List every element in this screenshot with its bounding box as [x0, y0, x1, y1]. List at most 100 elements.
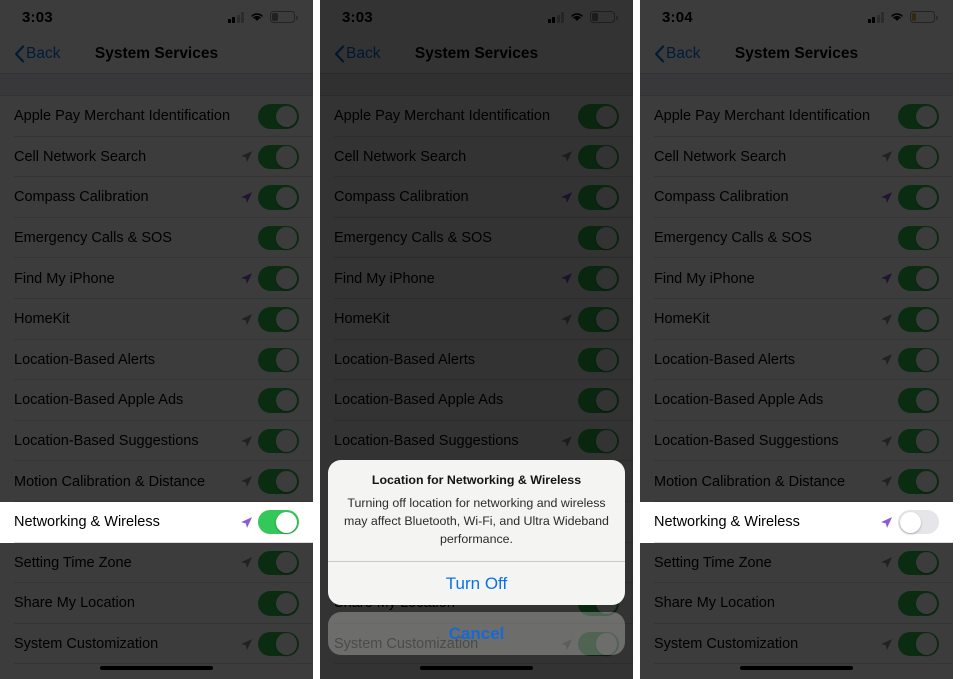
- list-item[interactable]: Emergency Calls & SOS: [0, 217, 313, 259]
- list-item[interactable]: Setting Time Zone: [640, 542, 953, 584]
- toggle-switch-on[interactable]: [898, 591, 939, 616]
- list-item[interactable]: HomeKit: [320, 298, 633, 340]
- list-item-controls: [240, 104, 299, 129]
- home-indicator-bar[interactable]: [100, 665, 213, 671]
- list-item[interactable]: Location-Based Suggestions: [640, 420, 953, 462]
- list-item-label: Emergency Calls & SOS: [654, 230, 812, 247]
- list-item[interactable]: Compass Calibration: [0, 177, 313, 218]
- cellular-bars-icon: [867, 11, 884, 23]
- toggle-switch-on[interactable]: [898, 631, 939, 657]
- toggle-switch-on[interactable]: [578, 266, 619, 291]
- list-item[interactable]: Location-Based Alerts: [320, 339, 633, 381]
- cancel-button[interactable]: Cancel: [328, 612, 625, 655]
- toggle-switch-on[interactable]: [578, 144, 619, 170]
- list-item[interactable]: Share My Location: [0, 583, 313, 624]
- toggle-switch-on[interactable]: [578, 104, 619, 129]
- toggle-switch-on[interactable]: [258, 266, 299, 291]
- toggle-switch-on[interactable]: [578, 307, 619, 332]
- toggle-switch-on[interactable]: [258, 428, 299, 454]
- toggle-switch-on[interactable]: [258, 469, 299, 494]
- toggle-knob: [596, 430, 618, 452]
- arrow-placeholder: [560, 110, 573, 123]
- list-item-label: System Customization: [654, 636, 799, 653]
- toggle-switch-on[interactable]: [258, 225, 299, 251]
- list-item[interactable]: Location-Based Alerts: [0, 339, 313, 381]
- toggle-switch-on[interactable]: [258, 631, 299, 657]
- toggle-switch-on[interactable]: [258, 185, 299, 210]
- list-item[interactable]: Motion Calibration & Distance: [640, 461, 953, 502]
- list-item[interactable]: HomeKit: [640, 298, 953, 340]
- list-item[interactable]: Motion Calibration & Distance: [0, 461, 313, 502]
- toggle-switch-on[interactable]: [898, 388, 939, 413]
- list-item[interactable]: Compass Calibration: [640, 177, 953, 218]
- toggle-switch-on[interactable]: [258, 550, 299, 576]
- toggle-switch-on[interactable]: [258, 347, 299, 373]
- arrow-placeholder: [240, 353, 253, 366]
- list-item[interactable]: Cell Network Search: [640, 136, 953, 178]
- toggle-switch-on[interactable]: [898, 266, 939, 291]
- list-item[interactable]: Find My iPhone: [320, 258, 633, 299]
- home-indicator-bar[interactable]: [740, 665, 853, 671]
- three-panel-screenshot: 3:03 Back System Services Apple Pay Merchan…: [0, 0, 960, 679]
- toggle-switch-on[interactable]: [578, 428, 619, 454]
- toggle-switch-on[interactable]: [578, 347, 619, 373]
- alert-message: Turning off location for networking and …: [344, 496, 609, 547]
- toggle-switch-on[interactable]: [258, 104, 299, 129]
- toggle-switch-on[interactable]: [898, 104, 939, 129]
- back-button[interactable]: Back: [14, 45, 60, 63]
- toggle-switch-on[interactable]: [898, 550, 939, 576]
- list-item-label: HomeKit: [14, 311, 70, 328]
- list-item[interactable]: Location-Based Suggestions: [320, 420, 633, 462]
- list-item-label: Cell Network Search: [14, 148, 147, 165]
- status-bar: 3:03: [0, 0, 313, 34]
- list-item[interactable]: Find My iPhone: [0, 258, 313, 299]
- turn-off-button[interactable]: Turn Off: [328, 562, 625, 605]
- list-item[interactable]: Apple Pay Merchant Identification: [320, 96, 633, 137]
- list-item[interactable]: Compass Calibration: [320, 177, 633, 218]
- list-item[interactable]: HomeKit: [0, 298, 313, 340]
- toggle-switch-on[interactable]: [258, 388, 299, 413]
- list-item-label: Find My iPhone: [14, 270, 115, 287]
- list-item[interactable]: Apple Pay Merchant Identification: [0, 96, 313, 137]
- toggle-switch-on[interactable]: [578, 225, 619, 251]
- toggle-switch-on[interactable]: [898, 307, 939, 332]
- toggle-switch-on[interactable]: [258, 144, 299, 170]
- toggle-switch-on[interactable]: [898, 347, 939, 373]
- toggle-switch-on[interactable]: [898, 185, 939, 210]
- list-item[interactable]: Find My iPhone: [640, 258, 953, 299]
- list-item[interactable]: Setting Time Zone: [0, 542, 313, 584]
- arrow-placeholder: [560, 232, 573, 245]
- toggle-knob: [916, 349, 938, 371]
- location-arrow-purple-icon: [241, 192, 253, 203]
- toggle-switch-on[interactable]: [898, 144, 939, 170]
- list-item[interactable]: Networking & Wireless: [640, 501, 953, 543]
- list-item[interactable]: Location-Based Apple Ads: [320, 380, 633, 421]
- toggle-switch-off[interactable]: [898, 509, 939, 535]
- list-item[interactable]: Location-Based Apple Ads: [0, 380, 313, 421]
- list-item[interactable]: Location-Based Alerts: [640, 339, 953, 381]
- toggle-switch-on[interactable]: [258, 509, 299, 535]
- list-item[interactable]: Networking & Wireless: [0, 501, 313, 543]
- back-button[interactable]: Back: [334, 45, 380, 63]
- toggle-switch-on[interactable]: [898, 428, 939, 454]
- list-item[interactable]: Location-Based Suggestions: [0, 420, 313, 462]
- list-item[interactable]: Location-Based Apple Ads: [640, 380, 953, 421]
- toggle-knob: [596, 227, 618, 249]
- list-item[interactable]: Cell Network Search: [0, 136, 313, 178]
- toggle-switch-on[interactable]: [258, 307, 299, 332]
- toggle-switch-on[interactable]: [258, 591, 299, 616]
- list-item[interactable]: Apple Pay Merchant Identification: [640, 96, 953, 137]
- toggle-switch-on[interactable]: [898, 469, 939, 494]
- toggle-switch-on[interactable]: [578, 388, 619, 413]
- list-item[interactable]: Share My Location: [640, 583, 953, 624]
- location-arrow-gray-icon: [241, 557, 253, 569]
- toggle-switch-on[interactable]: [898, 225, 939, 251]
- cellular-bars-icon: [227, 11, 244, 23]
- list-item-controls: [560, 266, 619, 291]
- back-button[interactable]: Back: [654, 45, 700, 63]
- toggle-switch-on[interactable]: [578, 185, 619, 210]
- list-item[interactable]: Emergency Calls & SOS: [320, 217, 633, 259]
- list-item[interactable]: Emergency Calls & SOS: [640, 217, 953, 259]
- list-item[interactable]: Cell Network Search: [320, 136, 633, 178]
- toggle-knob: [916, 470, 938, 493]
